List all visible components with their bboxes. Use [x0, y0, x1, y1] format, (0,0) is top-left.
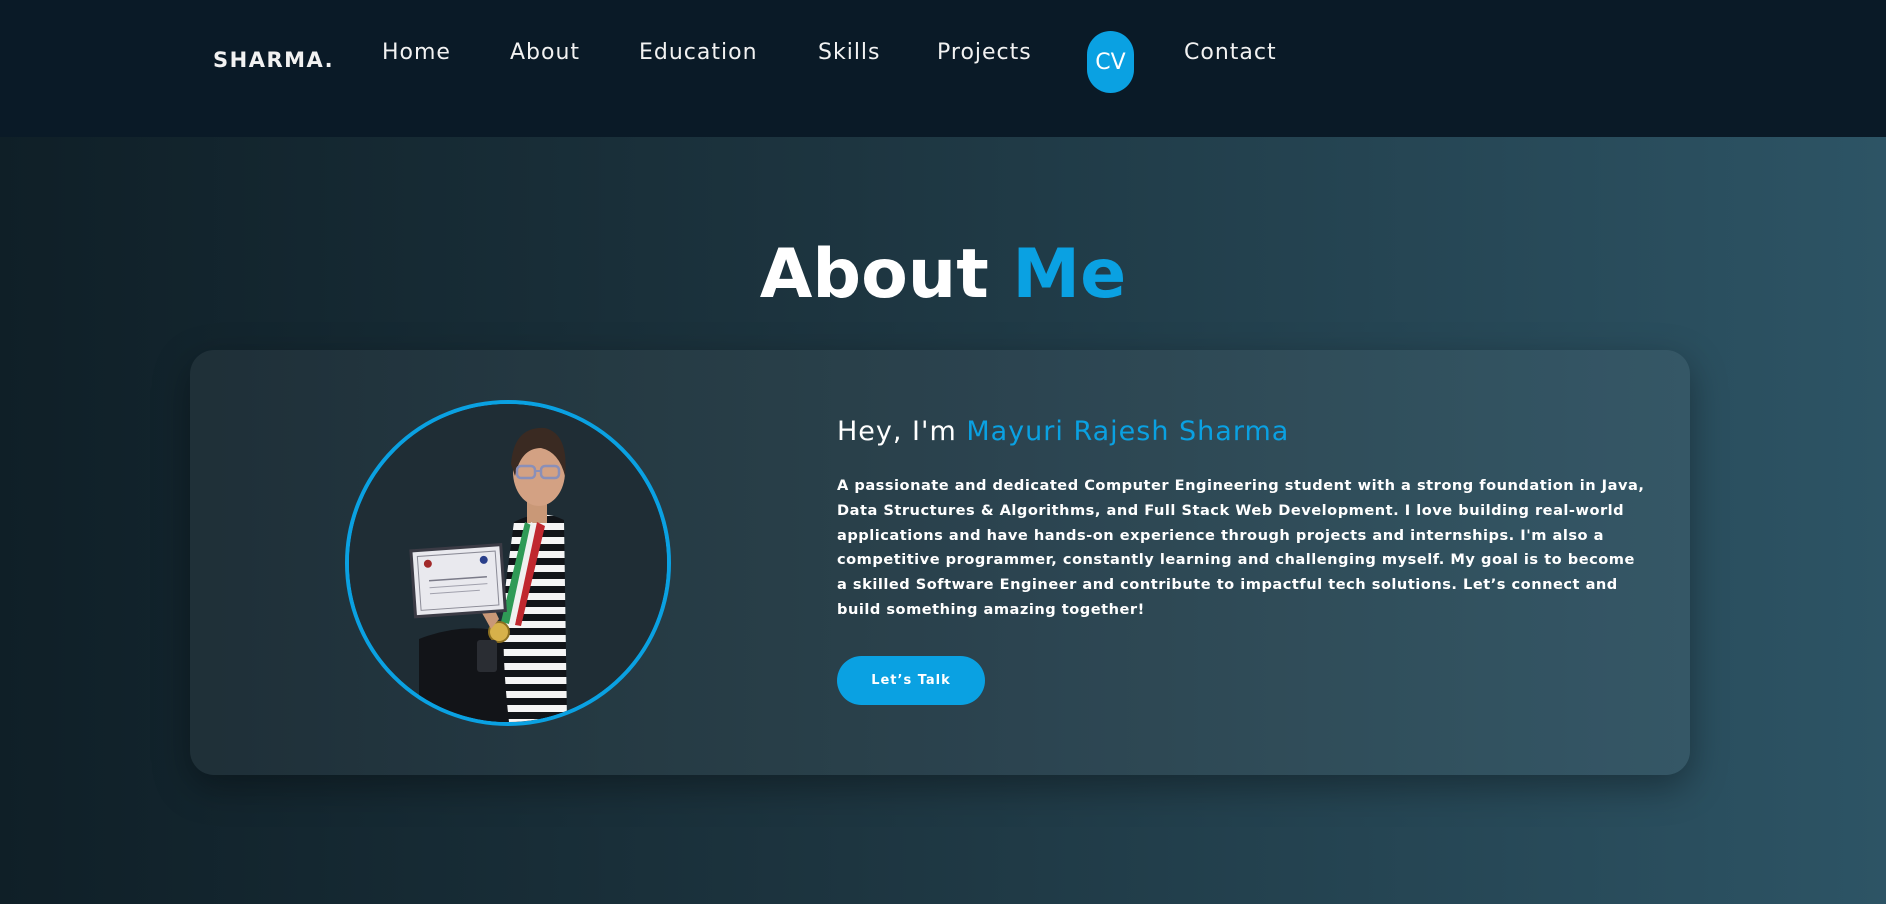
bio-text-2: . I love building real-world application… — [837, 501, 1635, 618]
nav-link-skills[interactable]: Skills — [818, 40, 881, 65]
title-accent: Me — [1012, 235, 1127, 314]
person-name: Mayuri Rajesh Sharma — [966, 416, 1290, 447]
section-title: About Me — [0, 234, 1886, 316]
nav-link-education[interactable]: Education — [639, 40, 758, 65]
about-card: Hey, I'm Mayuri Rajesh Sharma A passiona… — [190, 350, 1690, 775]
bio-highlight-java: Java — [1601, 477, 1639, 494]
nav-link-about[interactable]: About — [510, 40, 580, 65]
profile-photo-illustration — [349, 404, 667, 722]
nav-link-contact[interactable]: Contact — [1184, 40, 1277, 65]
brand-logo[interactable]: SHARMA. — [213, 48, 334, 72]
nav-link-home[interactable]: Home — [382, 40, 451, 65]
navbar: SHARMA. Home About Education Skills Proj… — [0, 0, 1886, 137]
greeting: Hey, I'm Mayuri Rajesh Sharma — [837, 416, 1289, 447]
title-main: About — [759, 235, 989, 314]
nav-link-projects[interactable]: Projects — [937, 40, 1032, 65]
profile-photo — [345, 400, 671, 726]
nav-cv-button[interactable]: CV — [1087, 31, 1134, 93]
greeting-prefix: Hey, I'm — [837, 416, 957, 447]
lets-talk-button[interactable]: Let’s Talk — [837, 656, 985, 705]
bio-highlight-dsa: Data Structures & Algorithms — [837, 501, 1095, 519]
bio-separator-2: , and — [1094, 501, 1145, 519]
bio-text-1: A passionate and dedicated Computer Engi… — [837, 477, 1602, 494]
bio-separator-1: , — [1638, 477, 1645, 494]
bio-highlight-fullstack: Full Stack Web Development — [1144, 501, 1394, 519]
bio-paragraph: A passionate and dedicated Computer Engi… — [837, 474, 1645, 623]
